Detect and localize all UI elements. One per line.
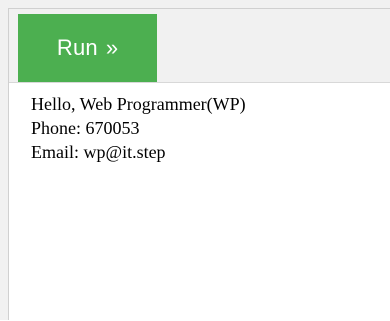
run-button[interactable]: Run » — [18, 14, 157, 82]
editor-frame: Run » Hello, Web Programmer(WP) Phone: 6… — [0, 0, 390, 321]
toolbar: Run » — [9, 9, 390, 83]
output-line-phone: Phone: 670053 — [31, 118, 140, 138]
double-chevron-right-icon: » — [105, 35, 119, 60]
result-panel: Run » Hello, Web Programmer(WP) Phone: 6… — [8, 8, 390, 321]
run-button-label: Run — [56, 35, 98, 60]
output-line-email: Email: wp@it.step — [31, 142, 166, 162]
output-area: Hello, Web Programmer(WP) Phone: 670053 … — [9, 83, 390, 321]
output-line-greeting: Hello, Web Programmer(WP) — [31, 94, 246, 114]
